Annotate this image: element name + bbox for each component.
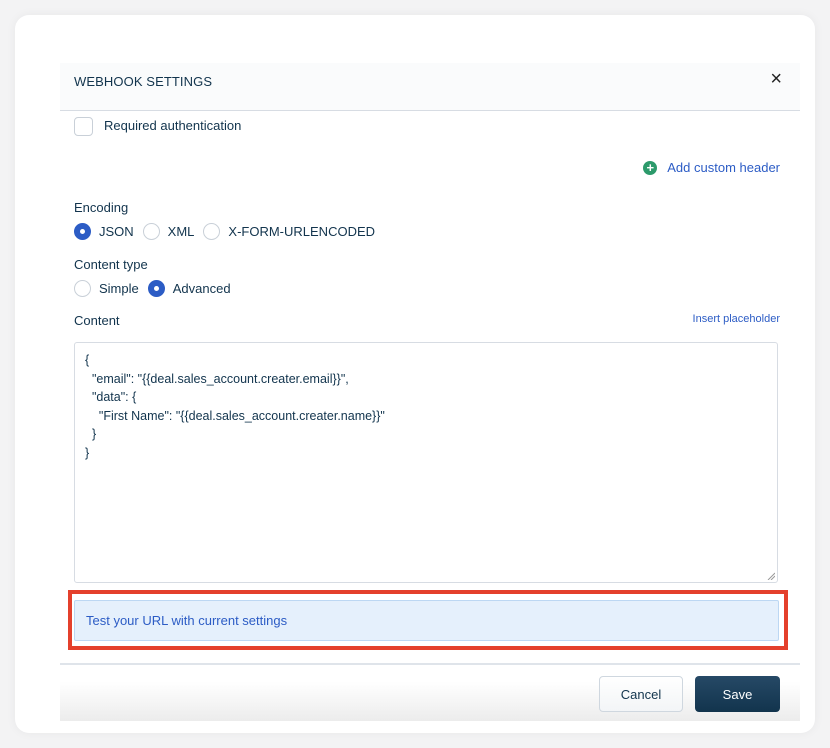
modal-title: WEBHOOK SETTINGS [74, 74, 213, 89]
cancel-button[interactable]: Cancel [599, 676, 683, 712]
test-url-bar[interactable]: Test your URL with current settings [74, 600, 779, 641]
required-authentication-label: Required authentication [104, 118, 242, 133]
encoding-label: Encoding [74, 200, 129, 215]
content-label: Content [74, 313, 120, 328]
encoding-option-label: JSON [99, 224, 134, 239]
resize-handle-icon[interactable] [767, 572, 775, 580]
content-type-radio-group: Simple Advanced [74, 280, 240, 297]
encoding-radio-form-urlencoded[interactable] [203, 223, 221, 240]
encoding-option-label: X-FORM-URLENCODED [228, 224, 376, 239]
encoding-radio-xml[interactable] [142, 223, 160, 240]
save-button[interactable]: Save [695, 676, 780, 712]
add-custom-header-label: Add custom header [667, 160, 780, 175]
content-textarea[interactable]: { "email": "{{deal.sales_account.creater… [74, 342, 778, 583]
encoding-radio-group: JSON XML X-FORM-URLENCODED [74, 223, 384, 240]
insert-placeholder-link[interactable]: Insert placeholder [693, 313, 780, 325]
webhook-settings-modal: WEBHOOK SETTINGS × Required authenticati… [60, 63, 800, 721]
content-type-option-label: Advanced [172, 281, 231, 296]
modal-footer: Cancel Save [60, 663, 800, 721]
content-type-label: Content type [74, 257, 148, 272]
content-type-radio-advanced[interactable] [147, 280, 165, 297]
encoding-option-label: XML [167, 224, 195, 239]
close-icon[interactable]: × [770, 69, 782, 89]
modal-header: WEBHOOK SETTINGS × [60, 63, 800, 111]
add-custom-header-link[interactable]: + Add custom header [643, 160, 780, 175]
required-authentication-checkbox[interactable] [74, 117, 93, 136]
plus-circle-icon: + [643, 160, 658, 175]
page-card: WEBHOOK SETTINGS × Required authenticati… [15, 15, 815, 733]
content-type-option-label: Simple [99, 281, 139, 296]
content-type-radio-simple[interactable] [74, 280, 91, 297]
encoding-radio-json[interactable] [74, 223, 91, 240]
test-url-link[interactable]: Test your URL with current settings [86, 613, 287, 628]
content-code: { "email": "{{deal.sales_account.creater… [85, 353, 385, 460]
